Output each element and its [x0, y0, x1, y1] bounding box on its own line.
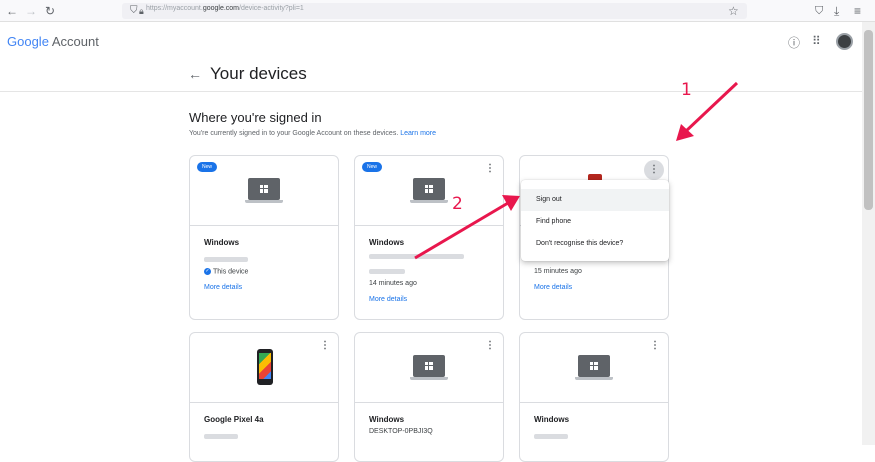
- url-text[interactable]: https://myaccount.google.com/device-acti…: [146, 5, 304, 12]
- new-badge: New: [197, 162, 218, 172]
- redacted-text: [204, 257, 248, 262]
- windows-laptop-icon: [410, 178, 448, 203]
- dont-recognise-menu-item[interactable]: Don't recognise this device?: [521, 233, 669, 255]
- device-name: Windows: [369, 238, 405, 247]
- redacted-text: [204, 434, 238, 439]
- new-badge: New: [362, 162, 383, 172]
- header-divider: [0, 91, 862, 92]
- device-card[interactable]: New ⋮ Windows 14 minutes ago More detail…: [354, 155, 504, 320]
- annotation-number-1: 1: [681, 80, 692, 100]
- more-details-link[interactable]: More details: [369, 296, 407, 303]
- more-options-icon[interactable]: ⋮: [320, 341, 330, 351]
- windows-laptop-icon: [410, 355, 448, 380]
- download-icon[interactable]: ⤓: [834, 3, 839, 19]
- reload-icon[interactable]: ↻: [45, 3, 55, 19]
- more-options-icon[interactable]: ⋮: [485, 341, 495, 351]
- device-hostname: DESKTOP-0PBJI3Q: [369, 428, 433, 435]
- device-name: Windows: [534, 415, 570, 424]
- find-phone-menu-item[interactable]: Find phone: [521, 211, 669, 233]
- google-account-logo[interactable]: Google Account: [7, 34, 99, 49]
- page-title: Your devices: [210, 64, 307, 83]
- more-options-icon[interactable]: ⋮: [650, 341, 660, 351]
- section-subtitle: You're currently signed in to your Googl…: [189, 130, 437, 137]
- back-arrow-icon[interactable]: ←: [188, 66, 202, 82]
- logo-account: Account: [51, 34, 99, 49]
- last-active-time: 14 minutes ago: [369, 280, 417, 287]
- section-title: Where you're signed in: [189, 110, 322, 125]
- redacted-text: [369, 269, 405, 274]
- this-device-label: ✓ This device: [204, 268, 249, 276]
- last-active-time: 15 minutes ago: [534, 268, 582, 275]
- windows-laptop-icon: [245, 178, 283, 203]
- device-name: Windows: [204, 238, 240, 247]
- avatar[interactable]: [836, 33, 853, 50]
- shield-icon[interactable]: ⛉: [130, 3, 138, 19]
- device-card[interactable]: ⋮ Google Pixel 4a: [189, 332, 339, 462]
- card-image-area: ⋮: [520, 333, 668, 403]
- device-card[interactable]: ⋮ Windows DESKTOP-0PBJI3Q: [354, 332, 504, 462]
- card-image-area: New: [190, 156, 338, 226]
- card-image-area: ⋮: [190, 333, 338, 403]
- sign-out-menu-item[interactable]: Sign out: [521, 189, 669, 211]
- annotation-number-2: 2: [452, 194, 463, 214]
- forward-icon[interactable]: →: [25, 3, 37, 19]
- device-card[interactable]: ⋮ Windows: [519, 332, 669, 462]
- more-options-icon[interactable]: ⋮: [644, 160, 664, 180]
- check-icon: ✓: [204, 268, 211, 275]
- help-icon[interactable]: ⓘ: [788, 34, 800, 51]
- device-name: Windows: [369, 415, 405, 424]
- apps-grid-icon[interactable]: ⠿: [812, 34, 821, 48]
- back-icon[interactable]: ←: [6, 3, 18, 19]
- pocket-icon[interactable]: ⛉: [815, 3, 823, 19]
- card-image-area: New ⋮: [355, 156, 503, 226]
- bookmark-star-icon[interactable]: ☆: [728, 3, 739, 19]
- menu-icon[interactable]: ≡: [854, 3, 861, 19]
- more-details-link[interactable]: More details: [204, 284, 242, 291]
- learn-more-link[interactable]: Learn more: [400, 130, 436, 137]
- lock-icon[interactable]: 🔒︎: [139, 3, 144, 19]
- scrollbar-thumb[interactable]: [864, 30, 873, 210]
- more-details-link[interactable]: More details: [534, 284, 572, 291]
- redacted-text: [369, 254, 464, 259]
- device-options-menu: Sign out Find phone Don't recognise this…: [521, 180, 669, 261]
- more-options-icon[interactable]: ⋮: [485, 164, 495, 174]
- device-name: Google Pixel 4a: [204, 415, 264, 424]
- redacted-text: [534, 434, 568, 439]
- card-image-area: ⋮: [355, 333, 503, 403]
- device-card[interactable]: New Windows ✓ This device More details: [189, 155, 339, 320]
- pixel-phone-icon: [257, 349, 273, 385]
- logo-google: Google: [7, 34, 49, 49]
- windows-laptop-icon: [575, 355, 613, 380]
